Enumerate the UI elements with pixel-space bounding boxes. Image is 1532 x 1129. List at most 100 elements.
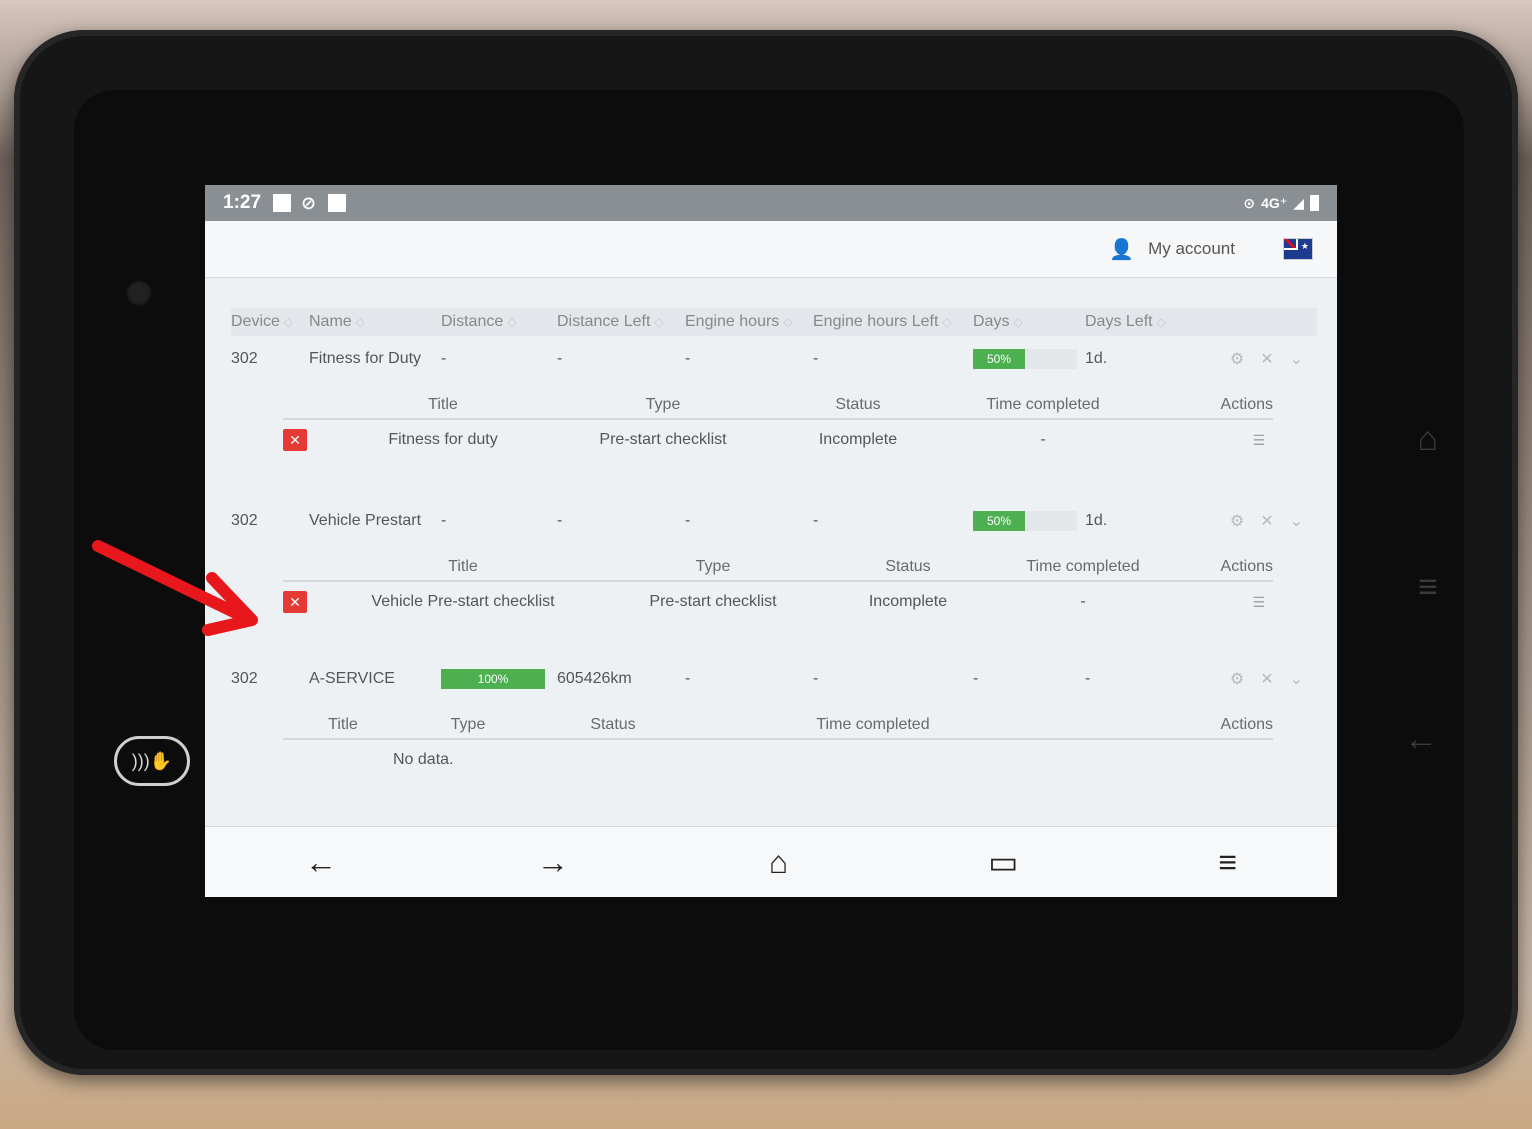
days-cell: 50% [973, 511, 1085, 531]
hardware-home-icon[interactable]: ⌂ [1417, 420, 1438, 459]
checklist-title: Vehicle Pre-start checklist [371, 593, 555, 610]
list-icon[interactable]: ☰ [1252, 594, 1265, 611]
nfc-icon: )))✋ [114, 736, 190, 786]
column-days-left[interactable]: Days Left ◇ [1085, 313, 1195, 331]
chevron-down-icon[interactable]: ⌄ [1290, 349, 1303, 369]
subcolumn-actions: Actions [1220, 396, 1273, 413]
close-icon[interactable]: ✕ [1260, 669, 1273, 689]
close-icon[interactable]: ✕ [1260, 349, 1273, 369]
notification-icon [328, 194, 347, 212]
menu-icon[interactable]: ≡ [1218, 844, 1237, 881]
column-name[interactable]: Name ◇ [309, 313, 441, 331]
checklist-type: Pre-start checklist [599, 431, 727, 448]
progress-fill: 50% [973, 511, 1025, 531]
maintenance-table: Device ◇ Name ◇ Distance ◇ Distance Left ◇ E… [205, 278, 1337, 838]
distance-cell: 100% [441, 669, 557, 689]
days-progress-bar: 50% [973, 511, 1077, 531]
subtable-header: Title Type Status Time completed Actions [283, 558, 1273, 582]
engine-hours-left-cell: - [813, 512, 819, 529]
days-left-cell: 1d. [1085, 512, 1108, 529]
back-arrow-icon[interactable]: ← [305, 844, 337, 881]
network-type: 4G⁺ [1261, 194, 1288, 211]
delete-button[interactable]: ✕ [283, 429, 307, 451]
column-days[interactable]: Days ◇ [973, 313, 1085, 331]
progress-fill: 100% [441, 669, 545, 689]
table-row[interactable]: 302 A-SERVICE 100% 605426km - - - - ⚙ ✕ … [231, 662, 1317, 696]
close-icon[interactable]: ✕ [1260, 511, 1273, 531]
row-actions: ⚙ ✕ ⌄ [1230, 511, 1317, 531]
name-cell: A-SERVICE [309, 670, 395, 687]
status-time: 1:27 [223, 192, 262, 213]
subcolumn-title: Title [428, 396, 458, 413]
days-progress-bar: 50% [973, 349, 1077, 369]
user-icon: 👤 [1109, 238, 1135, 261]
checklist-status: Incomplete [818, 431, 898, 448]
my-account-link[interactable]: My account [1148, 239, 1235, 259]
forward-arrow-icon[interactable]: → [537, 844, 569, 881]
subcolumn-actions: Actions [1220, 716, 1273, 733]
column-distance[interactable]: Distance ◇ [441, 313, 557, 331]
subcolumn-status: Status [590, 716, 636, 733]
delete-button[interactable]: ✕ [283, 591, 307, 613]
checklist-type: Pre-start checklist [649, 593, 777, 610]
device-cell: 302 [231, 350, 258, 367]
subcolumn-type: Type [450, 716, 486, 733]
chevron-down-icon[interactable]: ⌄ [1290, 669, 1303, 689]
gear-icon[interactable]: ⚙ [1230, 511, 1244, 531]
gear-icon[interactable]: ⚙ [1230, 349, 1244, 369]
table-header: Device ◇ Name ◇ Distance ◇ Distance Left ◇ E… [231, 308, 1317, 336]
subcolumn-time-completed: Time completed [1026, 558, 1140, 575]
subcolumn-status: Status [835, 396, 881, 413]
gear-icon[interactable]: ⚙ [1230, 669, 1244, 689]
row-actions: ⚙ ✕ ⌄ [1230, 669, 1317, 689]
tabs-icon[interactable]: ▭ [988, 843, 1018, 881]
app-header: 👤 My account [205, 221, 1337, 278]
subcolumn-type: Type [645, 396, 681, 413]
days-left-cell: - [1085, 670, 1091, 687]
distance-progress-bar: 100% [441, 669, 545, 689]
table-row[interactable]: 302 Fitness for Duty - - - - 50% 1d. ⚙ ✕… [231, 342, 1317, 376]
subcolumn-time-completed: Time completed [986, 396, 1100, 413]
checklist-time-completed: - [1080, 593, 1086, 610]
list-icon[interactable]: ☰ [1252, 432, 1265, 449]
column-engine-hours-left[interactable]: Engine hours Left ◇ [813, 313, 973, 331]
distance-left-cell: - [557, 350, 563, 367]
engine-hours-left-cell: - [813, 670, 819, 687]
distance-cell: - [441, 512, 447, 529]
subtable-header: Title Type Status Time completed Actions [283, 396, 1273, 420]
table-row[interactable]: 302 Vehicle Prestart - - - - 50% 1d. ⚙ ✕… [231, 504, 1317, 538]
distance-left-cell: - [557, 512, 563, 529]
engine-hours-cell: - [685, 670, 691, 687]
subcolumn-title: Title [328, 716, 358, 733]
device-cell: 302 [231, 670, 258, 687]
chevron-down-icon[interactable]: ⌄ [1290, 511, 1303, 531]
subcolumn-time-completed: Time completed [816, 716, 930, 733]
australia-flag-icon[interactable] [1283, 238, 1313, 260]
notification-icon [273, 194, 292, 212]
signal-icon: ◢ [1293, 194, 1304, 211]
android-status-bar: 1:27 ⊘ ⊙ 4G⁺ ◢ [205, 185, 1337, 221]
row-actions: ⚙ ✕ ⌄ [1230, 349, 1317, 369]
distance-left-cell: 605426km [557, 670, 632, 687]
subcolumn-title: Title [448, 558, 478, 575]
distance-cell: - [441, 350, 447, 367]
days-left-cell: 1d. [1085, 350, 1108, 367]
battery-icon [1310, 195, 1319, 211]
name-cell: Vehicle Prestart [309, 512, 422, 529]
checklist-time-completed: - [1040, 431, 1046, 448]
engine-hours-cell: - [685, 350, 691, 367]
checklist-row: ✕ Vehicle Pre-start checklist Pre-start … [283, 588, 1273, 616]
no-data-text: No data. [393, 751, 454, 768]
days-cell: 50% [973, 349, 1085, 369]
home-icon[interactable]: ⌂ [769, 844, 788, 881]
hardware-menu-icon[interactable]: ≡ [1418, 568, 1438, 607]
column-device[interactable]: Device ◇ [231, 313, 309, 331]
device-cell: 302 [231, 512, 258, 529]
name-cell: Fitness for Duty [309, 350, 422, 367]
hardware-back-icon[interactable]: ← [1404, 720, 1438, 759]
front-camera [126, 280, 152, 306]
column-engine-hours[interactable]: Engine hours ◇ [685, 313, 813, 331]
subcolumn-actions: Actions [1220, 558, 1273, 575]
column-distance-left[interactable]: Distance Left ◇ [557, 313, 685, 331]
checklist-title: Fitness for duty [388, 431, 498, 448]
